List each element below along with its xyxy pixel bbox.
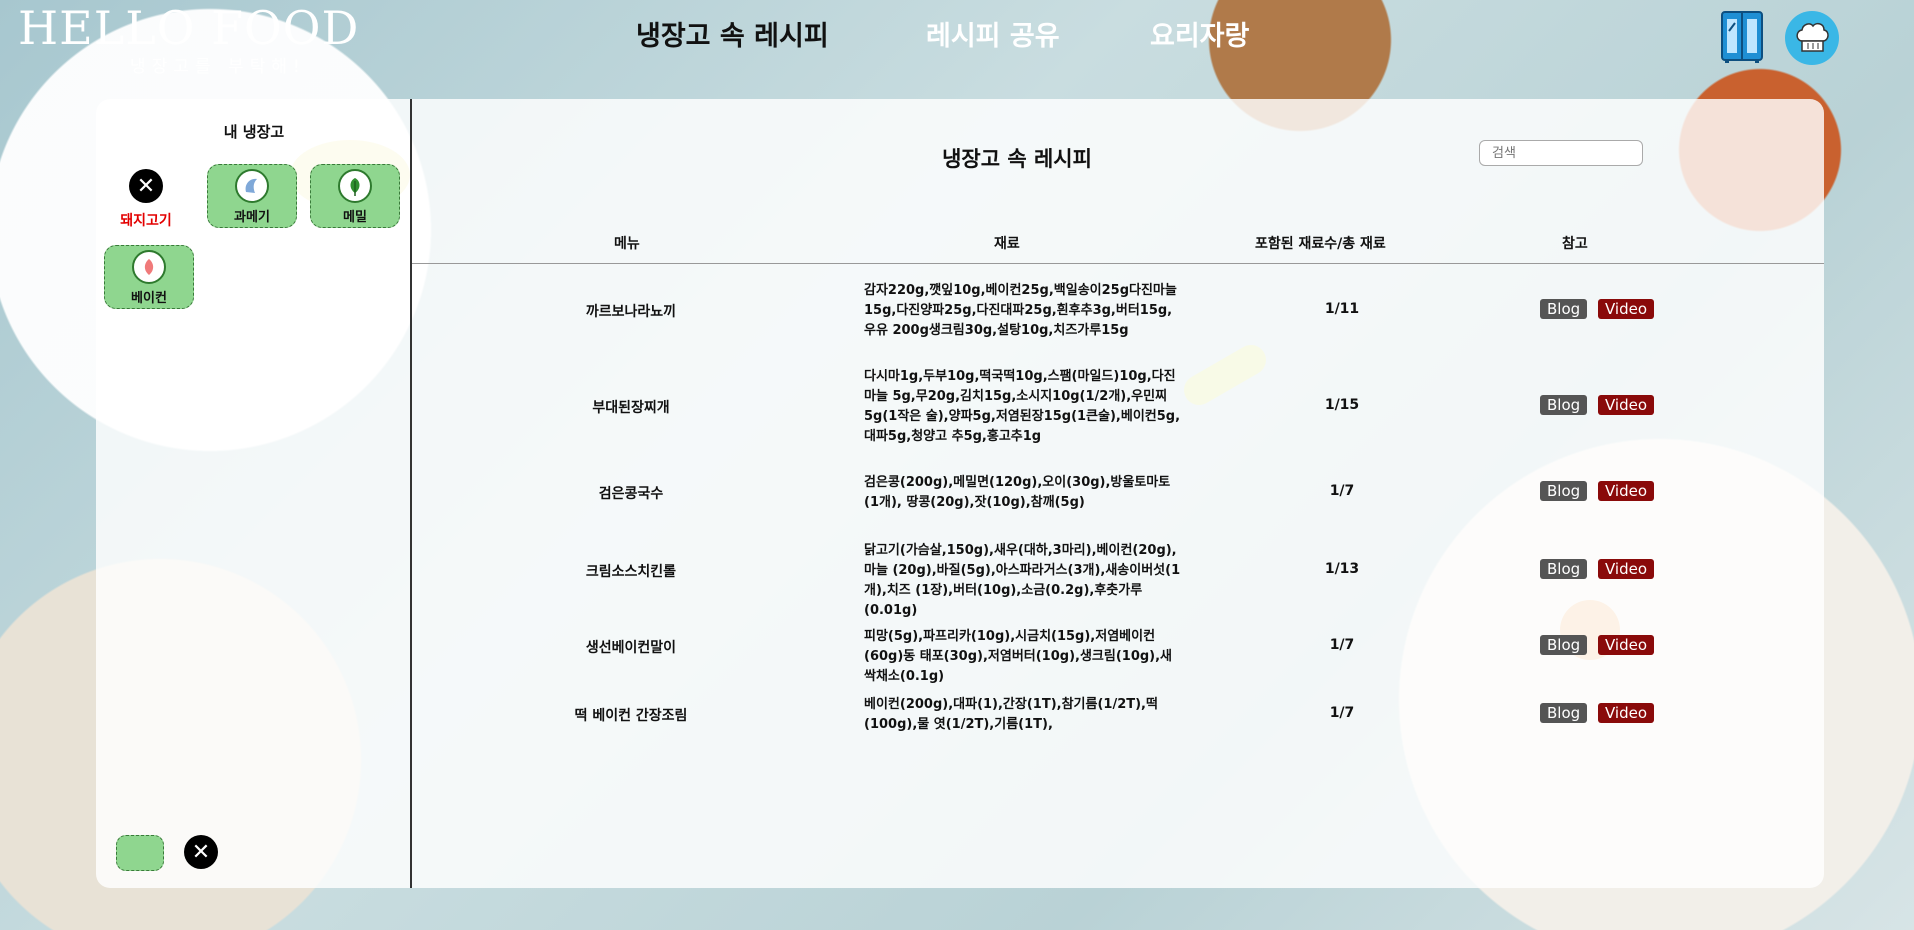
blog-button[interactable]: Blog (1540, 635, 1588, 655)
table-header: 메뉴 재료 포함된 재료수/총 재료 참고 (412, 231, 1824, 264)
recipe-main: 냉장고 속 레시피 메뉴 재료 포함된 재료수/총 재료 참고 까르보나라뇨끼 … (412, 99, 1824, 888)
recipe-ingredients: 감자220g,깻잎10g,베이컨25g,백일송이25g다진마늘 15g,다진양파… (864, 283, 1177, 338)
empty-ingredient-slot[interactable] (116, 835, 164, 871)
ingredient-label: 메밀 (343, 210, 367, 225)
recipe-ingredients: 피망(5g),파프리카(10g),시금치(15g),저염베이컨(60g)동 태포… (864, 629, 1173, 684)
nav-cooking-show[interactable]: 요리자랑 (1150, 14, 1249, 53)
chef-hat-icon[interactable] (1785, 11, 1839, 65)
video-button[interactable]: Video (1598, 395, 1655, 415)
main-nav: 냉장고 속 레시피 레시피 공유 요리자랑 (0, 14, 1914, 58)
fridge-icon[interactable] (1721, 11, 1763, 63)
ingredient-count: 1/7 (1329, 705, 1355, 721)
ingredient-label: 과메기 (234, 210, 270, 225)
meat-icon (132, 250, 166, 284)
sidebar-title: 내 냉장고 (223, 123, 285, 141)
video-button[interactable]: Video (1598, 703, 1655, 723)
recipe-name[interactable]: 크림소스치킨롤 (516, 561, 746, 581)
fridge-sidebar: 내 냉장고 ✕ 돼지고기 과메기 메밀 베이컨 ✕ (96, 99, 412, 888)
video-button[interactable]: Video (1598, 559, 1655, 579)
blog-button[interactable]: Blog (1540, 481, 1588, 501)
column-header-menu: 메뉴 (614, 236, 640, 252)
removed-ingredient[interactable]: ✕ 돼지고기 (118, 169, 174, 230)
blog-button[interactable]: Blog (1540, 395, 1588, 415)
recipe-ingredients: 다시마1g,두부10g,떡국떡10g,스팸(마일드)10g,다진마늘 5g,무2… (864, 369, 1181, 444)
blog-button[interactable]: Blog (1540, 559, 1588, 579)
nav-recipe-share[interactable]: 레시피 공유 (926, 14, 1060, 53)
recipe-name[interactable]: 부대된장찌개 (516, 397, 746, 417)
recipe-name[interactable]: 까르보나라뇨끼 (516, 301, 746, 321)
ingredient-count: 1/11 (1324, 301, 1360, 317)
ingredient-count: 1/7 (1329, 637, 1355, 653)
recipe-name[interactable]: 검은콩국수 (516, 483, 746, 503)
recipe-ingredients: 검은콩(200g),메밀면(120g),오이(30g),방울토마토(1개), 땅… (864, 475, 1171, 510)
column-header-ingredients: 재료 (994, 236, 1020, 252)
search-input[interactable] (1479, 140, 1643, 166)
ingredient-count: 1/13 (1324, 561, 1360, 577)
column-header-count: 포함된 재료수/총 재료 (1255, 236, 1386, 252)
recipe-ingredients: 닭고기(가슴살,150g),새우(대하,3마리),베이컨(20g),마늘 (20… (864, 543, 1181, 618)
close-icon[interactable]: ✕ (184, 835, 218, 869)
close-icon[interactable]: ✕ (129, 169, 163, 203)
clear-button[interactable]: ✕ (184, 835, 218, 869)
ingredient-card[interactable]: 베이컨 (104, 245, 194, 309)
ingredient-card[interactable]: 메밀 (310, 164, 400, 228)
recipe-name[interactable]: 생선베이컨말이 (516, 637, 746, 657)
fish-icon (235, 169, 269, 203)
page-title: 냉장고 속 레시피 (942, 147, 1092, 171)
blog-button[interactable]: Blog (1540, 299, 1588, 319)
content-panel: 내 냉장고 ✕ 돼지고기 과메기 메밀 베이컨 ✕ 냉장고 속 레시피 검색 메… (96, 99, 1824, 888)
column-header-reference: 참고 (1562, 236, 1588, 252)
leaf-icon (338, 169, 372, 203)
nav-fridge-recipes[interactable]: 냉장고 속 레시피 (636, 14, 829, 53)
video-button[interactable]: Video (1598, 481, 1655, 501)
video-button[interactable]: Video (1598, 299, 1655, 319)
recipe-ingredients: 베이컨(200g),대파(1),간장(1T),참기름(1/2T),떡(100g)… (864, 697, 1158, 732)
ingredient-count: 1/15 (1324, 397, 1360, 413)
removed-ingredient-label: 돼지고기 (120, 213, 172, 229)
blog-button[interactable]: Blog (1540, 703, 1588, 723)
ingredient-card[interactable]: 과메기 (207, 164, 297, 228)
ingredient-label: 베이컨 (131, 291, 167, 306)
video-button[interactable]: Video (1598, 635, 1655, 655)
recipe-name[interactable]: 떡 베이컨 간장조림 (516, 705, 746, 725)
ingredient-count: 1/7 (1329, 483, 1355, 499)
